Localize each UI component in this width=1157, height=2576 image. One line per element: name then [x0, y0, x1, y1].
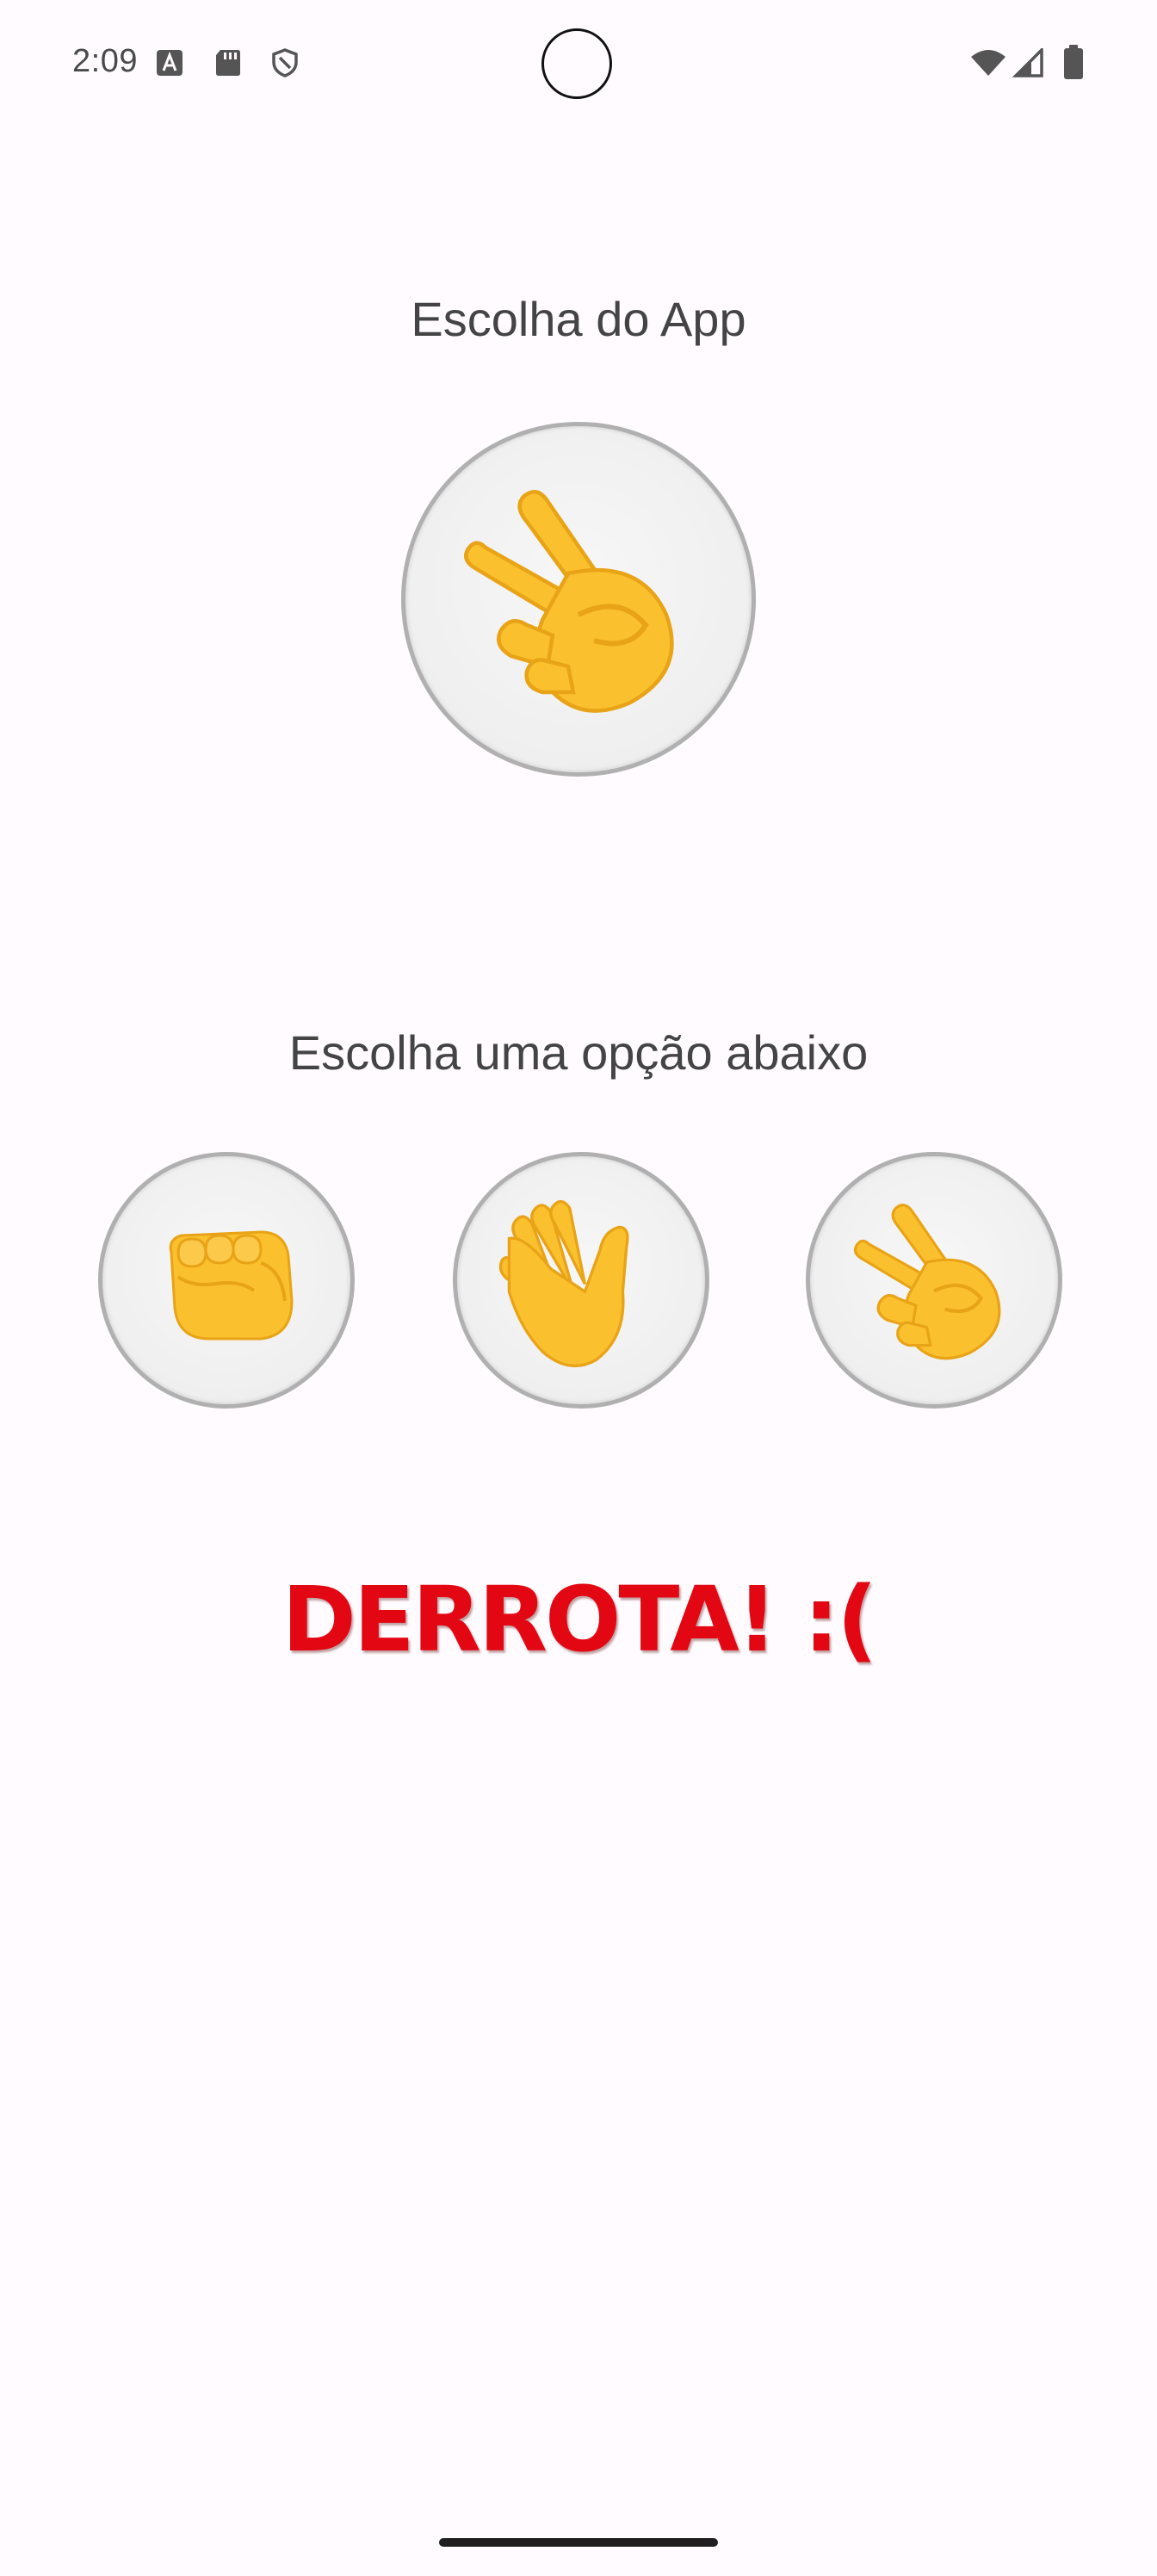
app-choice-image — [401, 422, 756, 777]
status-bar: 2:09 — [0, 0, 1157, 129]
fist-icon — [169, 1230, 294, 1341]
font-notification-icon — [157, 50, 183, 76]
user-choice-title: Escolha uma opção abaixo — [288, 1025, 869, 1080]
camera-cutout — [541, 28, 612, 99]
paper-option-button[interactable] — [453, 1152, 709, 1409]
victory-hand-icon — [853, 1204, 1001, 1360]
shield-icon — [272, 48, 298, 77]
victory-hand-icon — [464, 489, 674, 713]
scissors-option-button[interactable] — [806, 1152, 1062, 1409]
rock-option-button[interactable] — [98, 1152, 355, 1409]
app-choice-title: Escolha do App — [411, 292, 746, 346]
home-indicator[interactable] — [439, 2538, 718, 2547]
battery-icon — [1064, 45, 1083, 79]
result-text: DERROTA! :( — [282, 1567, 877, 1672]
sd-card-icon — [216, 50, 240, 76]
cellular-signal-icon — [1012, 48, 1043, 77]
status-time: 2:09 — [72, 43, 138, 79]
wifi-icon — [971, 50, 1005, 76]
open-hand-icon — [498, 1199, 629, 1368]
